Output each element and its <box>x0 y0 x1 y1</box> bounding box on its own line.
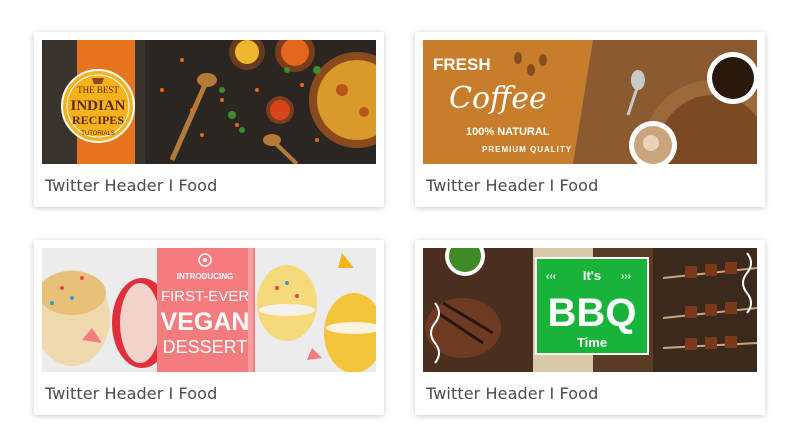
template-caption[interactable]: Twitter Header I Food <box>426 176 598 195</box>
template-thumbnail[interactable]: FRESH Coffee 100% NATURAL PREMIUM QUALIT… <box>423 40 757 164</box>
banner-text-line4: PREMIUM QUALITY <box>482 145 572 154</box>
banner-text-line2: BBQ <box>548 291 637 335</box>
template-caption[interactable]: Twitter Header I Food <box>45 176 217 195</box>
indian-food-banner: THE BEST INDIAN RECIPES TUTORIALS <box>42 40 376 164</box>
template-caption[interactable]: Twitter Header I Food <box>426 384 598 403</box>
banner-text-line3: 100% NATURAL <box>466 126 550 138</box>
template-card-indian[interactable]: THE BEST INDIAN RECIPES TUTORIALS Twitte… <box>34 32 384 207</box>
template-card-coffee[interactable]: FRESH Coffee 100% NATURAL PREMIUM QUALIT… <box>415 32 765 207</box>
template-caption[interactable]: Twitter Header I Food <box>45 384 217 403</box>
banner-text-line1: It's <box>583 268 601 283</box>
banner-text-line2: FIRST-EVER <box>161 288 250 305</box>
banner-text-line4: DESSERT <box>163 337 248 357</box>
banner-text-line4: TUTORIALS <box>81 131 115 137</box>
banner-text-line2: INDIAN <box>70 98 125 114</box>
coffee-banner: FRESH Coffee 100% NATURAL PREMIUM QUALIT… <box>423 40 757 164</box>
banner-text-line1: THE BEST <box>77 85 119 95</box>
banner-text-line1: INTRODUCING <box>177 272 233 281</box>
vegan-dessert-banner: INTRODUCING FIRST-EVER VEGAN DESSERT <box>42 248 376 372</box>
banner-text-line3: VEGAN <box>161 308 250 336</box>
svg-text:›››: ››› <box>621 271 631 282</box>
bbq-banner: It's ‹‹‹ ››› BBQ Time <box>423 248 757 372</box>
banner-text-line3: RECIPES <box>72 113 124 127</box>
template-thumbnail[interactable]: It's ‹‹‹ ››› BBQ Time <box>423 248 757 372</box>
template-card-bbq[interactable]: It's ‹‹‹ ››› BBQ Time Twitter Header I F… <box>415 240 765 415</box>
template-thumbnail[interactable]: THE BEST INDIAN RECIPES TUTORIALS <box>42 40 376 164</box>
svg-text:‹‹‹: ‹‹‹ <box>546 271 556 282</box>
template-card-vegan-dessert[interactable]: INTRODUCING FIRST-EVER VEGAN DESSERT Twi… <box>34 240 384 415</box>
banner-text-line1: FRESH <box>433 55 491 74</box>
banner-text-line3: Time <box>577 335 607 350</box>
banner-text-line2: Coffee <box>449 81 547 116</box>
template-thumbnail[interactable]: INTRODUCING FIRST-EVER VEGAN DESSERT <box>42 248 376 372</box>
